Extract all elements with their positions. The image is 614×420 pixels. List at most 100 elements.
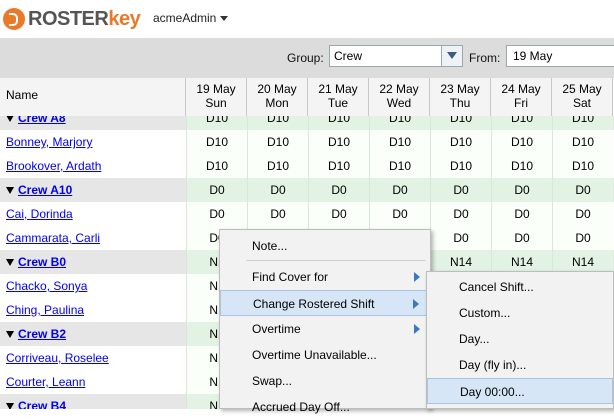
expand-triangle-icon[interactable]: [6, 187, 14, 194]
shift-cell[interactable]: D0: [430, 226, 491, 250]
column-header-day[interactable]: 23 May Thu: [430, 78, 491, 116]
shift-cell[interactable]: D0: [491, 178, 552, 202]
header-date: 23 May: [440, 82, 480, 96]
header-dow: Thu: [449, 96, 471, 110]
shift-cell[interactable]: D10: [308, 154, 369, 178]
shift-cell[interactable]: D0: [430, 202, 491, 226]
employee-name[interactable]: Cammarata, Carli: [6, 231, 100, 245]
shift-cell[interactable]: D10: [247, 116, 308, 130]
shift-cell[interactable]: D10: [430, 130, 491, 154]
expand-triangle-icon[interactable]: [6, 403, 14, 409]
shift-cell[interactable]: D0: [247, 202, 308, 226]
shift-cell[interactable]: D0: [552, 226, 613, 250]
employee-name[interactable]: Cai, Dorinda: [6, 207, 73, 221]
brand-text: ROSTER: [28, 7, 109, 30]
expand-triangle-icon[interactable]: [6, 116, 14, 122]
group-select[interactable]: Crew: [329, 45, 463, 67]
column-header-name[interactable]: Name: [0, 78, 186, 116]
shift-cell[interactable]: D10: [308, 130, 369, 154]
shift-cell[interactable]: D0: [186, 202, 247, 226]
shift-cell[interactable]: D0: [369, 202, 430, 226]
expand-triangle-icon[interactable]: [6, 331, 14, 338]
column-header-day[interactable]: 25 May Sat: [552, 78, 613, 116]
group-name[interactable]: Crew A8: [6, 116, 66, 125]
shift-cell[interactable]: D10: [247, 154, 308, 178]
caret-down-icon: [220, 16, 229, 22]
group-label: Group:: [287, 51, 324, 65]
group-name[interactable]: Crew B2: [6, 327, 66, 341]
group-name[interactable]: Crew B0: [6, 255, 66, 269]
submenu-item-custom[interactable]: Custom...: [427, 300, 613, 326]
shift-cell[interactable]: D0: [491, 202, 552, 226]
menu-item-find-cover[interactable]: Find Cover for: [220, 264, 430, 290]
user-name: acmeAdmin: [153, 11, 217, 25]
shift-cell[interactable]: D10: [186, 130, 247, 154]
column-header-day[interactable]: 20 May Mon: [247, 78, 308, 116]
shift-cell[interactable]: D10: [491, 154, 552, 178]
employee-name[interactable]: Brookover, Ardath: [6, 159, 101, 173]
shift-cell[interactable]: D10: [247, 130, 308, 154]
menu-item-change-rostered-shift[interactable]: Change Rostered Shift: [220, 290, 430, 316]
from-date-input[interactable]: 19 May: [506, 45, 614, 67]
shift-cell[interactable]: D0: [430, 178, 491, 202]
menu-item-overtime[interactable]: Overtime: [220, 316, 430, 342]
submenu-item-cancel-shift[interactable]: Cancel Shift...: [427, 274, 613, 300]
menu-item-swap[interactable]: Swap...: [220, 368, 430, 394]
shift-cell[interactable]: D10: [369, 130, 430, 154]
menu-separator: [246, 260, 426, 261]
chevron-right-icon: [413, 299, 419, 309]
shift-cell[interactable]: D10: [186, 116, 247, 130]
chevron-right-icon: [414, 324, 420, 334]
shift-cell[interactable]: D0: [308, 178, 369, 202]
shift-cell[interactable]: D0: [552, 202, 613, 226]
shift-cell[interactable]: D0: [369, 178, 430, 202]
submenu-item-day[interactable]: Day...: [427, 326, 613, 352]
top-bar: ROSTERkey acmeAdmin: [0, 0, 614, 38]
shift-cell[interactable]: D10: [552, 154, 613, 178]
menu-item-overtime-unavailable[interactable]: Overtime Unavailable...: [220, 342, 430, 368]
shift-cell[interactable]: D10: [552, 116, 613, 130]
group-name[interactable]: Crew A10: [6, 183, 72, 197]
shift-cell[interactable]: D10: [186, 154, 247, 178]
menu-item-accrued-day-off[interactable]: Accrued Day Off...: [220, 394, 430, 420]
shift-cell[interactable]: D10: [430, 116, 491, 130]
shift-cell[interactable]: D10: [369, 154, 430, 178]
header-dow: Sat: [572, 96, 591, 110]
employee-name[interactable]: Chacko, Sonya: [6, 279, 87, 293]
shift-cell[interactable]: D10: [552, 130, 613, 154]
column-header-day[interactable]: 22 May Wed: [369, 78, 430, 116]
header-dow: Sun: [205, 96, 227, 110]
header-date: 19 May: [196, 82, 236, 96]
submenu-item-day-0000[interactable]: Day 00:00...: [427, 378, 613, 404]
menu-item-note[interactable]: Note...: [220, 233, 430, 259]
shift-cell[interactable]: D0: [186, 178, 247, 202]
table-row: Brookover, Ardath D10 D10 D10 D10 D10 D10 D10: [0, 154, 614, 178]
shift-cell[interactable]: D10: [369, 116, 430, 130]
header-date: 24 May: [501, 82, 541, 96]
expand-triangle-icon[interactable]: [6, 259, 14, 266]
user-menu[interactable]: acmeAdmin: [153, 11, 229, 25]
shift-cell[interactable]: D10: [430, 154, 491, 178]
chevron-down-icon[interactable]: [441, 46, 462, 66]
column-header-day[interactable]: 21 May Tue: [308, 78, 369, 116]
shift-cell[interactable]: D10: [491, 130, 552, 154]
shift-cell[interactable]: D0: [308, 202, 369, 226]
column-header-day[interactable]: 24 May Fri: [491, 78, 552, 116]
employee-name[interactable]: Courter, Leann: [6, 375, 85, 389]
shift-cell[interactable]: D0: [552, 178, 613, 202]
column-header-day[interactable]: 19 May Sun: [186, 78, 247, 116]
employee-name[interactable]: Bonney, Marjory: [6, 135, 92, 149]
employee-name[interactable]: Ching, Paulina: [6, 303, 84, 317]
group-name[interactable]: Crew B4: [6, 399, 66, 409]
shift-cell[interactable]: D10: [308, 116, 369, 130]
group-value: Crew: [334, 49, 363, 63]
employee-name[interactable]: Corriveau, Roselee: [6, 351, 109, 365]
header-date: 21 May: [318, 82, 358, 96]
shift-cell[interactable]: D10: [491, 116, 552, 130]
header-date: 22 May: [379, 82, 419, 96]
submenu-item-day-fly-in[interactable]: Day (fly in)...: [427, 352, 613, 378]
submenu-change-shift: Cancel Shift... Custom... Day... Day (fl…: [426, 271, 614, 409]
shift-cell[interactable]: D0: [247, 178, 308, 202]
shift-cell[interactable]: D0: [491, 226, 552, 250]
from-value: 19 May: [513, 49, 553, 63]
